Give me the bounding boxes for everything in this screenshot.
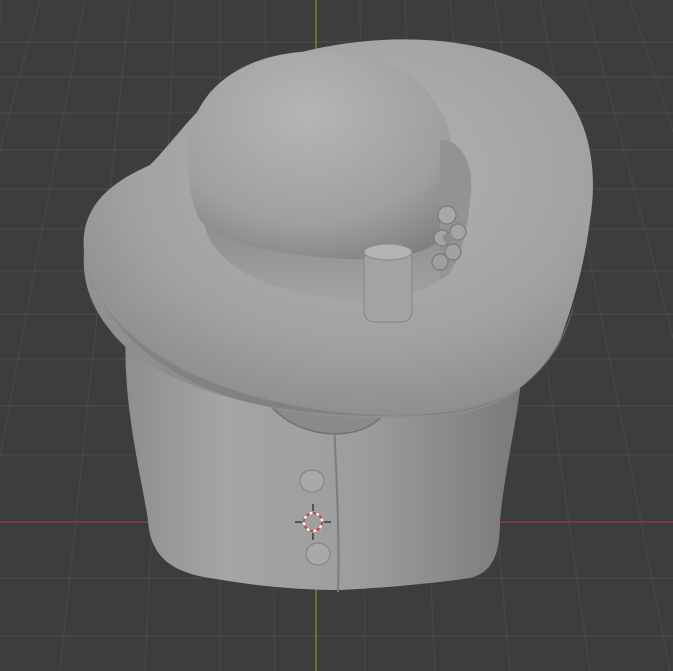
viewport-canvas[interactable] (0, 0, 673, 671)
hat-ribbon (363, 243, 413, 323)
coat-button-2 (305, 542, 331, 566)
3d-viewport[interactable] (0, 0, 673, 671)
hat-crown[interactable] (187, 51, 455, 260)
mesh-object[interactable] (83, 39, 593, 593)
coat-button-1 (299, 469, 325, 493)
